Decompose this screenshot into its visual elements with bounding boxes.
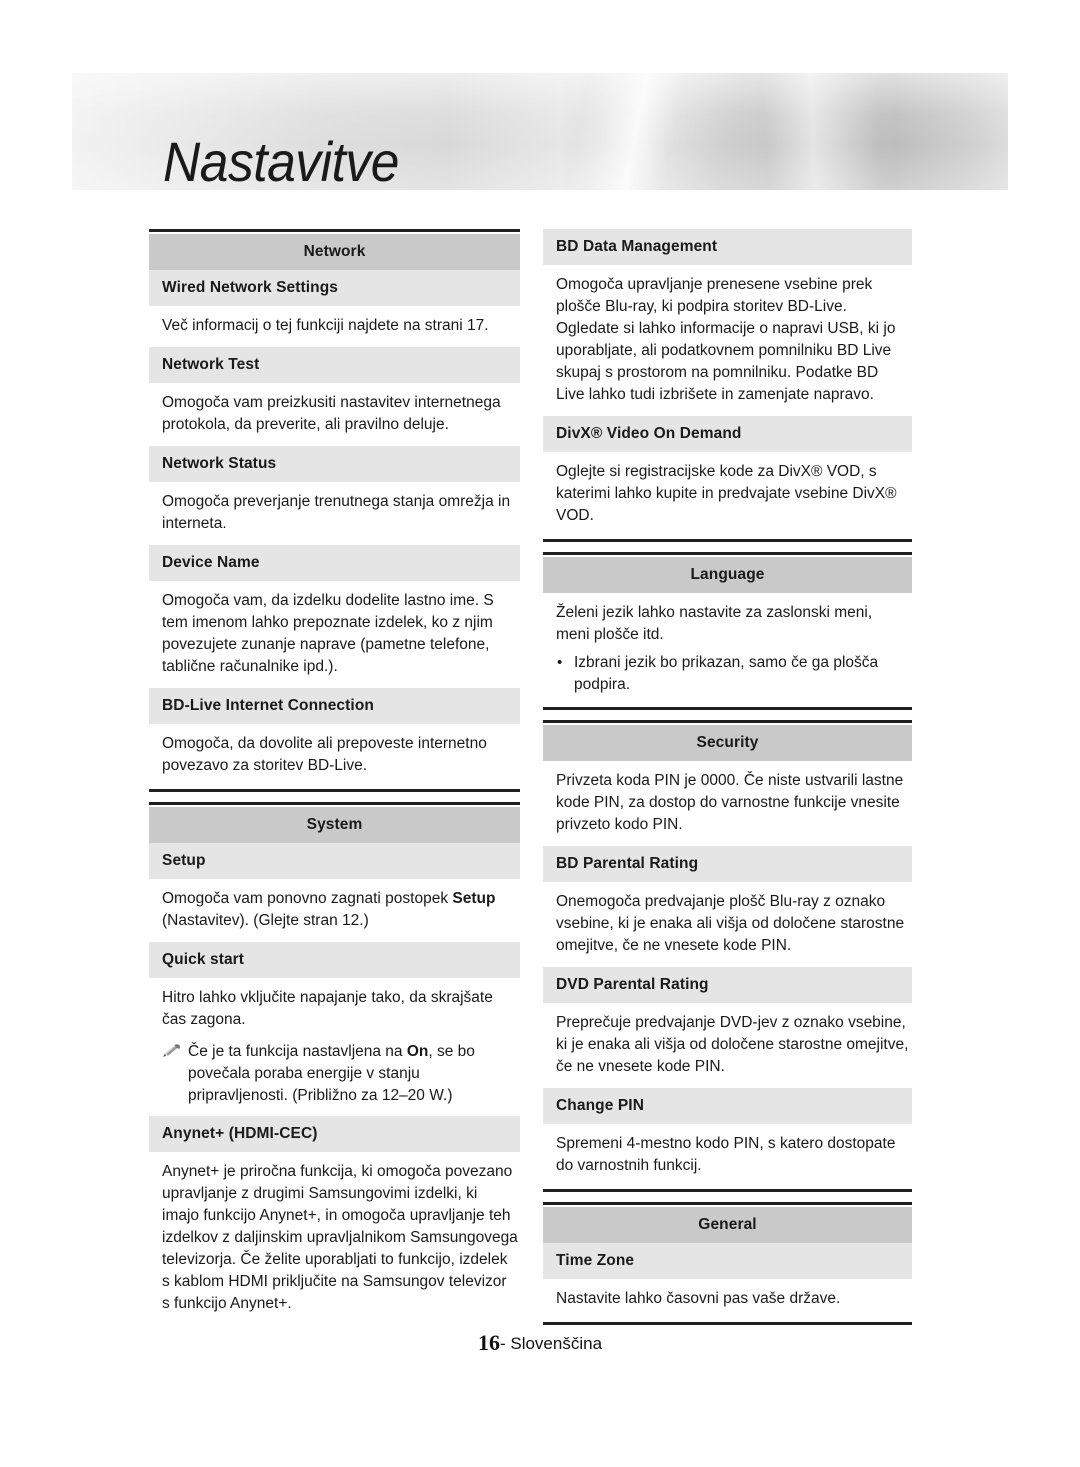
footer-page-number: 16 bbox=[477, 1330, 500, 1355]
subsection-heading-wired-network-settings: Wired Network Settings bbox=[149, 270, 520, 306]
subsection-heading-anynet: Anynet+ (HDMI-CEC) bbox=[149, 1116, 520, 1152]
section-rule-top bbox=[543, 720, 912, 723]
subsection-heading-setup: Setup bbox=[149, 843, 520, 879]
body-wired-network-settings: Več informacij o tej funkciji najdete na… bbox=[162, 317, 489, 334]
body-setup-pre: Omogoča vam ponovno zagnati postopek bbox=[162, 890, 453, 907]
subsection-heading-network-test: Network Test bbox=[149, 347, 520, 383]
section-rule-bottom bbox=[543, 539, 912, 542]
note-quick-start-pre: Če je ta funkcija nastavljena na bbox=[188, 1043, 407, 1060]
body-divx-vod: Oglejte si registracijske kode za DivX® … bbox=[556, 463, 897, 524]
body-anynet: Anynet+ je priročna funkcija, ki omogoča… bbox=[162, 1163, 518, 1312]
note-quick-start-bold: On bbox=[406, 1043, 429, 1060]
subsection-heading-quick-start: Quick start bbox=[149, 942, 520, 978]
body-network-status: Omogoča preverjanje trenutnega stanja om… bbox=[162, 493, 511, 532]
footer-language: Slovenščina bbox=[510, 1334, 603, 1353]
body-setup-post: (Nastavitev). (Glejte stran 12.) bbox=[162, 912, 369, 929]
section-general: General Time Zone Nastavite lahko časovn… bbox=[543, 1202, 912, 1325]
section-rule-top bbox=[543, 1202, 912, 1205]
body-time-zone: Nastavite lahko časovni pas vaše države. bbox=[556, 1290, 841, 1307]
body-change-pin: Spremeni 4-mestno kodo PIN, s katero dos… bbox=[556, 1135, 896, 1174]
subsection-heading-bd-data-management: BD Data Management bbox=[543, 229, 912, 265]
subsection-heading-network-status: Network Status bbox=[149, 446, 520, 482]
section-rule-top bbox=[543, 552, 912, 555]
section-heading-network: Network bbox=[149, 234, 520, 270]
bullet-language-text: Izbrani jezik bo prikazan, samo če ga pl… bbox=[574, 654, 879, 693]
section-rule-top bbox=[149, 802, 520, 805]
left-column: Network Wired Network Settings Več infor… bbox=[149, 229, 520, 1318]
section-heading-general: General bbox=[543, 1207, 912, 1243]
subsection-heading-dvd-parental-rating: DVD Parental Rating bbox=[543, 967, 912, 1003]
section-language: Language Želeni jezik lahko nastavite za… bbox=[543, 552, 912, 710]
section-network: Network Wired Network Settings Več infor… bbox=[149, 229, 520, 792]
subsection-heading-divx-vod: DivX® Video On Demand bbox=[543, 416, 912, 452]
subsection-heading-bd-parental-rating: BD Parental Rating bbox=[543, 846, 912, 882]
body-bd-parental-rating: Onemogoča predvajanje plošč Blu-ray z oz… bbox=[556, 893, 905, 954]
page-footer: 16- Slovenščina bbox=[0, 1330, 1080, 1356]
bullet-icon: • bbox=[557, 654, 563, 671]
subsection-heading-change-pin: Change PIN bbox=[543, 1088, 912, 1124]
body-quick-start: Hitro lahko vključite napajanje tako, da… bbox=[162, 989, 493, 1028]
right-column: BD Data Management Omogoča upravljanje p… bbox=[543, 229, 912, 1335]
footer-separator: - bbox=[499, 1334, 506, 1353]
subsection-heading-time-zone: Time Zone bbox=[543, 1243, 912, 1279]
note-quick-start: Če je ta funkcija nastavljena na On, se … bbox=[149, 1034, 520, 1109]
subsection-heading-device-name: Device Name bbox=[149, 545, 520, 581]
section-rule-bottom bbox=[543, 1189, 912, 1192]
subsection-heading-bd-live-internet-connection: BD-Live Internet Connection bbox=[149, 688, 520, 724]
body-device-name: Omogoča vam, da izdelku dodelite lastno … bbox=[162, 592, 494, 675]
body-network-test: Omogoča vam preizkusiti nastavitev inter… bbox=[162, 394, 501, 433]
body-dvd-parental-rating: Preprečuje predvajanje DVD-jev z oznako … bbox=[556, 1014, 909, 1075]
body-bd-data-management: Omogoča upravljanje prenesene vsebine pr… bbox=[556, 276, 896, 403]
page-title: Nastavitve bbox=[163, 130, 399, 193]
pencil-icon bbox=[162, 1041, 188, 1107]
section-system: System Setup Omogoča vam ponovno zagnati… bbox=[149, 802, 520, 1318]
body-bd-live-internet-connection: Omogoča, da dovolite ali prepoveste inte… bbox=[162, 735, 487, 774]
section-rule-top bbox=[149, 229, 520, 232]
section-system-continued: BD Data Management Omogoča upravljanje p… bbox=[543, 229, 912, 542]
section-heading-security: Security bbox=[543, 725, 912, 761]
section-rule-bottom bbox=[543, 707, 912, 710]
section-heading-language: Language bbox=[543, 557, 912, 593]
bullet-language: • Izbrani jezik bo prikazan, samo če ga … bbox=[543, 649, 912, 698]
section-security: Security Privzeta koda PIN je 0000. Če n… bbox=[543, 720, 912, 1192]
body-security: Privzeta koda PIN je 0000. Če niste ustv… bbox=[556, 772, 904, 833]
note-quick-start-text: Če je ta funkcija nastavljena na On, se … bbox=[188, 1041, 518, 1107]
body-setup: Omogoča vam ponovno zagnati postopek Set… bbox=[149, 879, 520, 935]
section-rule-bottom bbox=[543, 1322, 912, 1325]
body-setup-bold: Setup bbox=[452, 890, 496, 907]
content-columns: Network Wired Network Settings Več infor… bbox=[149, 229, 912, 1335]
section-heading-system: System bbox=[149, 807, 520, 843]
section-rule-bottom bbox=[149, 789, 520, 792]
body-language: Želeni jezik lahko nastavite za zaslonsk… bbox=[556, 604, 873, 643]
